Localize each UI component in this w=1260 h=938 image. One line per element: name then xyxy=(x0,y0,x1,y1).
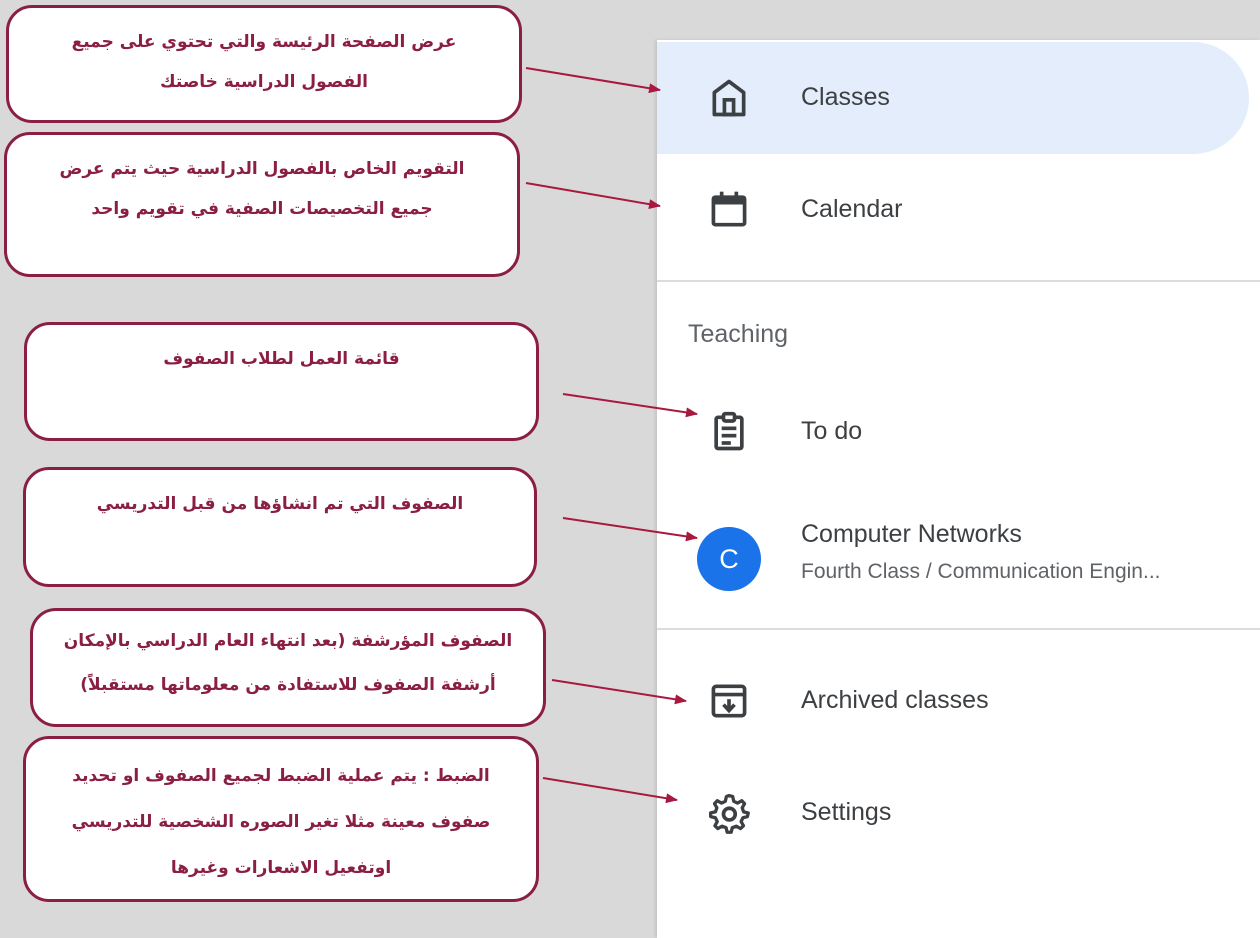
nav-label-todo: To do xyxy=(801,417,863,445)
callout-archived-line1: الصفوف المؤرشفة (بعد انتهاء العام الدراس… xyxy=(63,631,513,651)
gear-icon xyxy=(707,791,751,835)
class-avatar: C xyxy=(697,527,761,591)
archive-icon xyxy=(707,679,751,723)
callout-settings-line2: صفوف معينة مثلا تغير الصوره الشخصية للتد… xyxy=(71,812,491,832)
nav-item-todo[interactable]: To do xyxy=(657,376,1260,488)
nav-label-settings: Settings xyxy=(801,798,892,826)
callout-archived-line2: أرشفة الصفوف للاستفادة من معلوماتها مستق… xyxy=(80,675,496,695)
callout-classes-created: الصفوف التي تم انشاؤها من قبل التدريسي xyxy=(23,467,537,587)
callout-classes-created-line1: الصفوف التي تم انشاؤها من قبل التدريسي xyxy=(96,494,464,514)
nav-item-settings[interactable]: Settings xyxy=(657,757,1260,869)
section-heading-teaching: Teaching xyxy=(688,320,789,348)
callout-todo: قائمة العمل لطلاب الصفوف xyxy=(24,322,539,441)
class-title: Computer Networks xyxy=(801,520,1022,548)
callout-settings-line3: اوتفعيل الاشعارات وغيرها xyxy=(170,858,392,878)
callout-settings: الضبط : يتم عملية الضبط لجميع الصفوف او … xyxy=(23,736,539,902)
divider xyxy=(657,628,1260,630)
callout-calendar-line2: جميع التخصيصات الصفية في تقويم واحد xyxy=(91,199,433,219)
navigation-drawer: Classes Calendar Teaching To do C Comput… xyxy=(657,40,1260,938)
calendar-icon xyxy=(707,188,751,232)
nav-label-archived-classes: Archived classes xyxy=(801,686,989,714)
callout-archived: الصفوف المؤرشفة (بعد انتهاء العام الدراس… xyxy=(30,608,546,727)
home-icon xyxy=(707,76,751,120)
nav-label-classes: Classes xyxy=(801,83,890,111)
nav-item-classes[interactable]: Classes xyxy=(657,42,1249,154)
nav-label-calendar: Calendar xyxy=(801,195,903,223)
callout-todo-line1: قائمة العمل لطلاب الصفوف xyxy=(163,349,400,369)
callout-calendar-line1: التقويم الخاص بالفصول الدراسية حيث يتم ع… xyxy=(59,159,465,179)
class-subtitle: Fourth Class / Communication Engin... xyxy=(801,560,1161,583)
arrow-calendar xyxy=(525,182,661,210)
arrow-classes xyxy=(525,67,661,94)
callout-settings-line1: الضبط : يتم عملية الضبط لجميع الصفوف او … xyxy=(72,766,490,786)
clipboard-icon xyxy=(707,410,751,454)
callout-calendar: التقويم الخاص بالفصول الدراسية حيث يتم ع… xyxy=(4,132,520,277)
callout-classes-line2: الفصول الدراسية خاصتك xyxy=(160,72,368,92)
nav-item-calendar[interactable]: Calendar xyxy=(657,154,1260,266)
nav-item-archived-classes[interactable]: Archived classes xyxy=(657,645,1260,757)
divider xyxy=(657,280,1260,282)
callout-classes: عرض الصفحة الرئيسة والتي تحتوي على جميع … xyxy=(6,5,522,123)
callout-classes-line1: عرض الصفحة الرئيسة والتي تحتوي على جميع xyxy=(71,32,457,52)
